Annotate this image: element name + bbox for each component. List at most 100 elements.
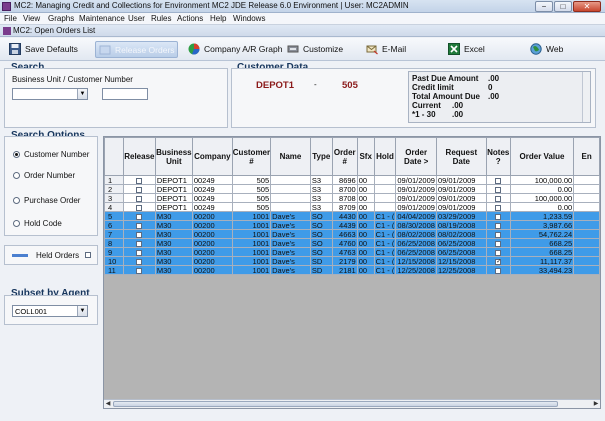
column-header[interactable]: Name	[270, 137, 311, 176]
table-row[interactable]: 3 DEPOT1 00249 505 S3 8708 00 09/01/2009 09/01/2…	[104, 193, 600, 203]
menu-actions[interactable]: Actions	[177, 14, 203, 23]
notes-checkbox[interactable]	[495, 204, 502, 211]
table-row[interactable]: 9 M30 00200 1001 Dave's SO 4763 00 C1 - (06/25/2…	[104, 247, 600, 257]
radio-hold-code[interactable]	[13, 220, 20, 227]
business-unit-combo[interactable]: ▼	[12, 88, 88, 100]
radio-customer-number[interactable]	[13, 151, 20, 158]
menu-view[interactable]: View	[23, 14, 40, 23]
column-header[interactable]: Request Date	[435, 137, 487, 176]
cell-suffix: 00	[356, 265, 375, 275]
release-checkbox[interactable]	[136, 249, 143, 256]
held-orders-legend-swatch	[12, 254, 28, 257]
scroll-right-icon[interactable]: ▶	[592, 400, 600, 408]
chevron-down-icon[interactable]: ▼	[77, 89, 87, 99]
email-button[interactable]: E-Mail	[363, 41, 415, 58]
release-checkbox[interactable]	[136, 195, 143, 202]
release-checkbox[interactable]	[136, 204, 143, 211]
cell-order-date: 12/15/2008	[395, 256, 437, 266]
notes-checkbox[interactable]: ✓	[495, 258, 501, 265]
table-row[interactable]: 11 M30 00200 1001 Dave's SD 2181 00 C1 - (12/25/…	[104, 265, 600, 275]
minimize-button[interactable]: −	[535, 1, 553, 12]
maximize-button[interactable]: □	[554, 1, 572, 12]
table-row[interactable]: 4 DEPOT1 00249 505 S3 8709 00 09/01/2009 09/01/2…	[104, 202, 600, 212]
menu-maintenance[interactable]: Maintenance	[79, 14, 125, 23]
menu-help[interactable]: Help	[210, 14, 226, 23]
cell-en	[573, 220, 600, 230]
cell-company: 00200	[191, 247, 233, 257]
excel-button[interactable]: Excel	[445, 41, 490, 58]
column-header[interactable]: Release	[122, 137, 156, 176]
column-header[interactable]: Sfx	[356, 137, 375, 176]
save-defaults-button[interactable]: Save Defaults	[6, 41, 81, 58]
customize-button[interactable]: Customize	[284, 41, 346, 58]
column-header[interactable]: Order Value	[509, 137, 575, 176]
notes-checkbox[interactable]	[495, 195, 502, 202]
release-checkbox[interactable]	[136, 258, 143, 265]
release-checkbox[interactable]	[136, 240, 143, 247]
release-checkbox[interactable]	[136, 186, 143, 193]
cell-hold	[373, 184, 397, 194]
table-row[interactable]: 7 M30 00200 1001 Dave's SO 4663 00 C1 - (08/02/2…	[104, 229, 600, 239]
cell-en	[573, 229, 600, 239]
horizontal-scrollbar[interactable]: ◀ ▶	[104, 399, 600, 408]
notes-checkbox[interactable]	[495, 186, 502, 193]
customer-number-input[interactable]	[102, 88, 148, 100]
notes-checkbox[interactable]	[495, 231, 502, 238]
menu-windows[interactable]: Windows	[233, 14, 265, 23]
notes-checkbox[interactable]	[495, 249, 502, 256]
table-row[interactable]: 6 M30 00200 1001 Dave's SO 4439 00 C1 - (08/30/2…	[104, 220, 600, 230]
column-header[interactable]: Order Date >	[395, 137, 437, 176]
menu-rules[interactable]: Rules	[151, 14, 171, 23]
scroll-left-icon[interactable]: ◀	[104, 400, 112, 408]
column-header[interactable]: Hold	[373, 137, 397, 176]
web-button[interactable]: Web	[527, 41, 569, 58]
cell-customer-number: 1001	[231, 211, 272, 221]
menu-file[interactable]: File	[4, 14, 17, 23]
cell-hold: C1 - (	[373, 265, 397, 275]
agent-combo[interactable]: COLL001 ▼	[12, 305, 88, 317]
cell-notes-checkbox	[485, 175, 511, 185]
column-header[interactable]: Notes ?	[485, 137, 511, 176]
menu-user[interactable]: User	[128, 14, 145, 23]
company-ar-graph-button[interactable]: Company A/R Graph	[185, 41, 282, 58]
cell-order-value: 0.00	[509, 202, 575, 212]
release-checkbox[interactable]	[136, 267, 143, 274]
radio-purchase-order[interactable]	[13, 197, 20, 204]
release-checkbox[interactable]	[136, 231, 143, 238]
notes-checkbox[interactable]	[495, 213, 502, 220]
cell-notes-checkbox	[485, 193, 511, 203]
notes-checkbox[interactable]	[495, 222, 502, 229]
cell-en	[573, 184, 600, 194]
release-orders-button[interactable]: Release Orders	[95, 41, 178, 58]
release-checkbox[interactable]	[136, 213, 143, 220]
held-orders-checkbox[interactable]	[85, 252, 91, 258]
column-header[interactable]: Type	[309, 137, 333, 176]
cell-request-date: 09/01/2009	[435, 202, 487, 212]
release-checkbox[interactable]	[136, 177, 143, 184]
agent-value: COLL001	[15, 307, 48, 316]
table-row[interactable]: 10 M30 00200 1001 Dave's SD 2179 00 C1 - (12/15/…	[104, 256, 600, 266]
scrollbar-thumb[interactable]	[113, 401, 558, 407]
cell-order-number: 8696	[331, 175, 358, 185]
release-checkbox[interactable]	[136, 222, 143, 229]
close-button[interactable]: ✕	[573, 1, 601, 12]
column-header[interactable]: En	[573, 137, 600, 176]
column-header[interactable]: Company	[191, 137, 233, 176]
notes-checkbox[interactable]	[495, 177, 502, 184]
table-row[interactable]: 5 M30 00200 1001 Dave's SO 4430 00 C1 - (04/04/2…	[104, 211, 600, 221]
table-row[interactable]: 2 DEPOT1 00249 505 S3 8700 00 09/01/2009 09/01/2…	[104, 184, 600, 194]
column-header[interactable]: Business Unit	[154, 137, 193, 176]
summary-scrollbar[interactable]	[582, 72, 590, 122]
column-header[interactable]: Customer #	[231, 137, 272, 176]
column-header[interactable]: Order #	[331, 137, 358, 176]
chevron-down-icon[interactable]: ▼	[77, 306, 87, 316]
notes-checkbox[interactable]	[495, 240, 502, 247]
radio-order-number[interactable]	[13, 172, 20, 179]
cell-request-date: 09/01/2009	[435, 193, 487, 203]
cell-order-date: 08/02/2008	[395, 229, 437, 239]
menu-graphs[interactable]: Graphs	[48, 14, 74, 23]
notes-checkbox[interactable]	[495, 267, 502, 274]
row-number: 3	[104, 193, 124, 203]
table-row[interactable]: 8 M30 00200 1001 Dave's SO 4760 00 C1 - (06/25/2…	[104, 238, 600, 248]
table-row[interactable]: 1 DEPOT1 00249 505 S3 8696 00 09/01/2009 09/01/2…	[104, 175, 600, 185]
